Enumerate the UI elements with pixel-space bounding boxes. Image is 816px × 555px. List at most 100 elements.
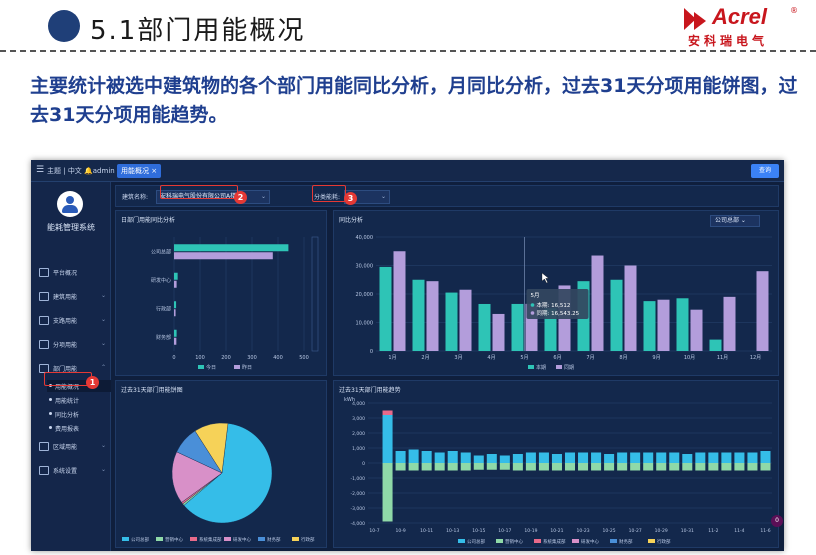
- bar: [604, 454, 615, 463]
- legend-swatch: [458, 539, 465, 543]
- acrel-logo-mark: [684, 8, 706, 30]
- bar: [760, 463, 771, 471]
- top-bar-links: 主题 | 中文 🔔admin ▾: [47, 167, 120, 175]
- bar: [499, 455, 510, 463]
- y-tick-label: -1,000: [350, 476, 365, 482]
- user-menu[interactable]: admin: [93, 167, 115, 175]
- y-tick-label: 20,000: [356, 292, 374, 298]
- x-tick-label: 10-25: [603, 528, 616, 534]
- bar: [617, 463, 628, 471]
- tab-label: 用能概况: [121, 167, 149, 175]
- tooltip-line: 同期: 16,543.25: [537, 310, 580, 317]
- bar: [460, 463, 471, 471]
- trend-chart: kWh-4,000-3,000-2,000-1,00001,0002,0003,…: [344, 397, 772, 545]
- x-tick-label: 5月: [520, 355, 528, 361]
- sidebar-item-branch[interactable]: 支路用能 ⌄: [31, 312, 111, 330]
- bar: [434, 463, 445, 471]
- sidebar-item-region[interactable]: 区域用能 ⌄: [31, 438, 111, 456]
- settings-icon: [39, 466, 49, 475]
- legend-label: 营销中心: [165, 536, 183, 543]
- legend-swatch: [234, 365, 240, 369]
- bar: [695, 452, 706, 463]
- tab-usage-overview[interactable]: 用能概况 ×: [117, 164, 162, 178]
- chevron-down-icon: ⌄: [101, 442, 107, 449]
- tooltip-swatch: [530, 311, 535, 315]
- y-tick-label: 1,000: [352, 446, 365, 452]
- bar: [630, 463, 641, 471]
- bar: [690, 309, 703, 351]
- sidebar-subitem-label: 同比分析: [55, 412, 80, 419]
- x-tick-label: 10-11: [420, 528, 433, 534]
- panel-title: 同比分析: [339, 217, 364, 224]
- x-tick-label: 10-17: [498, 528, 511, 534]
- sidebar-item-settings[interactable]: 系统设置 ⌄: [31, 462, 111, 480]
- branch-icon: [39, 316, 49, 325]
- bar: [538, 452, 549, 463]
- bar: [525, 463, 536, 471]
- cursor-icon: [541, 272, 550, 284]
- bar: [656, 463, 667, 471]
- y-tick-label: 30,000: [356, 264, 374, 270]
- building-label: 建筑名称:: [122, 194, 149, 201]
- bar: [492, 313, 505, 351]
- sidebar-item-itemized[interactable]: 分项用能 ⌄: [31, 336, 111, 354]
- x-tick-label: 500: [299, 355, 309, 361]
- bar: [656, 452, 667, 463]
- bar: [174, 252, 273, 260]
- legend-swatch: [572, 539, 579, 543]
- sidebar-subitem-statistics[interactable]: 用能统计: [47, 394, 111, 406]
- annotation-box-2: [160, 185, 238, 199]
- x-tick-label: 200: [221, 355, 231, 361]
- bar: [459, 289, 472, 351]
- bar: [669, 463, 680, 471]
- x-tick-label: 400: [273, 355, 283, 361]
- legend-label: 本期: [536, 364, 546, 371]
- bar: [382, 410, 393, 415]
- sidebar-item-platform[interactable]: 平台概况: [31, 264, 111, 282]
- bar: [708, 452, 719, 463]
- corner-badge: 0: [771, 515, 783, 527]
- annotation-badge-2: 2: [234, 191, 247, 204]
- x-tick-label: 11-6: [760, 528, 770, 534]
- bell-icon[interactable]: 🔔: [84, 167, 93, 175]
- bar: [610, 279, 623, 351]
- title-divider: [0, 50, 816, 52]
- hamburger-icon[interactable]: ☰: [36, 165, 44, 175]
- bar: [174, 309, 176, 317]
- slide: 5.1部门用能概况 Acrel ® 安科瑞电气 主要统计被选中建筑物的各个部门用…: [0, 0, 816, 555]
- x-tick-label: 10-23: [576, 528, 589, 534]
- y-tick-label: 0: [362, 461, 365, 467]
- panel-monthly: 同比分析 公司总部 ⌄ 0 10,000 20,000 30,000 40,000 1月 2…: [333, 210, 779, 376]
- legend-swatch: [610, 539, 617, 543]
- logo-registered: ®: [790, 6, 798, 15]
- annotation-badge-1: 1: [86, 376, 99, 389]
- logo-text-en: Acrel: [712, 4, 768, 29]
- sidebar-subitem-cost[interactable]: 费用报表: [47, 422, 111, 434]
- sidebar-subitem-yoy[interactable]: 同比分析: [47, 408, 111, 420]
- sidebar: 能耗管理系统 平台概况 建筑用能 ⌄ 支路用能 ⌄ 分项用能 ⌄ 部门用能 ⌃ 用能概况…: [31, 182, 111, 551]
- x-tick-label: 4月: [487, 355, 495, 361]
- bar: [512, 463, 523, 471]
- x-tick-label: 10-7: [369, 528, 379, 534]
- legend-swatch: [556, 365, 562, 369]
- x-tick-label: 10-15: [472, 528, 485, 534]
- bar: [551, 454, 562, 463]
- bar: [486, 463, 497, 470]
- department-select[interactable]: 公司总部 ⌄: [710, 215, 760, 227]
- legend-swatch: [528, 365, 534, 369]
- avatar: [57, 191, 83, 217]
- y-tick-label: -4,000: [350, 521, 365, 527]
- sidebar-item-building[interactable]: 建筑用能 ⌄: [31, 288, 111, 306]
- bar: [657, 299, 670, 351]
- bar: [591, 452, 602, 463]
- y-tick-label: -3,000: [350, 506, 365, 512]
- bar: [393, 251, 406, 351]
- language-link[interactable]: 中文: [68, 167, 82, 175]
- legend-swatch: [648, 539, 655, 543]
- chevron-down-icon: ⌄: [101, 316, 107, 323]
- bar: [395, 451, 406, 463]
- bar: [174, 272, 178, 280]
- x-tick-label: 10月: [684, 355, 695, 361]
- theme-link[interactable]: 主题: [47, 167, 61, 175]
- query-button[interactable]: 查询: [751, 164, 779, 178]
